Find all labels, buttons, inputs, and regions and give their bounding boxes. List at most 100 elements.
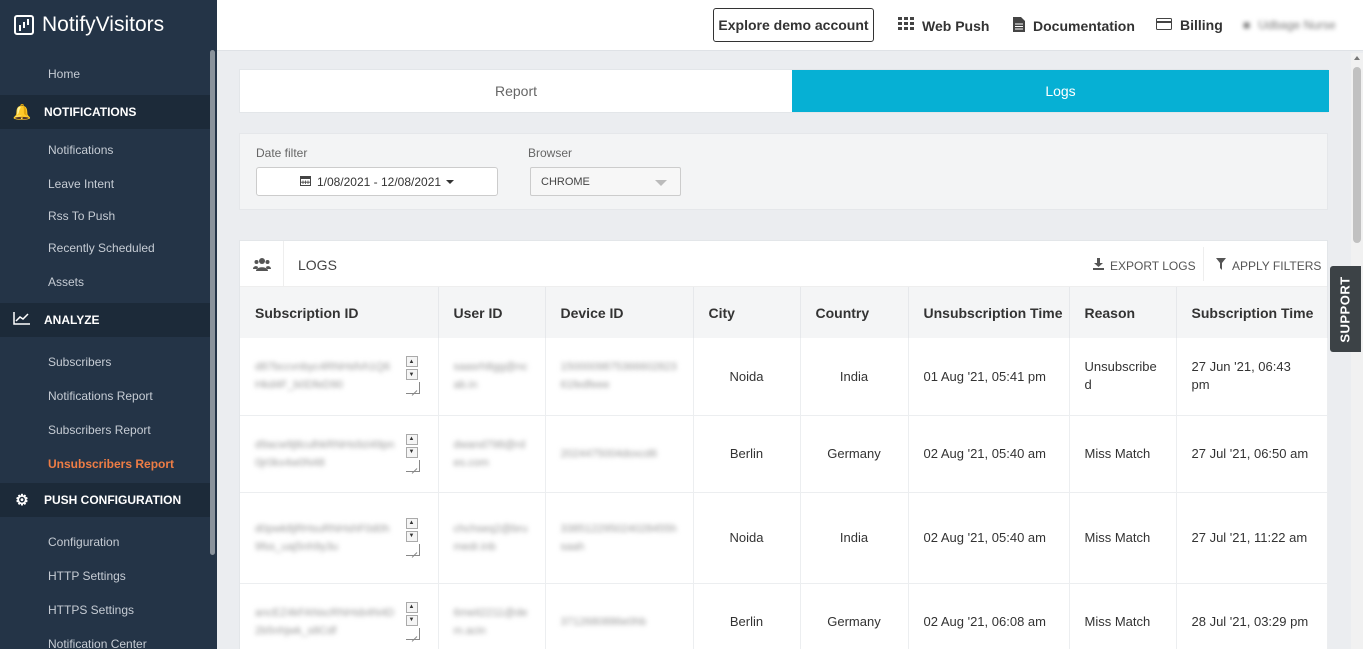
sidebar-item-rss-to-push[interactable]: Rss To Push (0, 201, 217, 231)
subscription-id-cell[interactable]: d0pwk8jRHsuRNHshF0d0h9fss_uaj5nh9y3u ▲ ▼ (240, 492, 439, 584)
documentation-link[interactable]: Documentation (1013, 17, 1135, 35)
unsubscription-time-cell: 01 Aug '21, 05:41 pm (908, 338, 1070, 416)
column-header-unsubscription-time[interactable]: Unsubscription Time (908, 287, 1070, 338)
textarea-stepper[interactable]: ▲ ▼ (405, 433, 420, 474)
header-divider (1203, 247, 1204, 281)
sidebar-item-notification-center[interactable]: Notification Center (0, 627, 217, 649)
column-header-user-id[interactable]: User ID (438, 287, 546, 338)
sidebar-item-subscribers[interactable]: Subscribers (0, 345, 217, 379)
scrollbar-thumb[interactable] (1353, 67, 1361, 243)
column-header-reason[interactable]: Reason (1069, 287, 1177, 338)
device-id-value: 3712680886e0hb (560, 615, 647, 628)
sidebar-item-configuration[interactable]: Configuration (0, 525, 217, 559)
subscription-id-cell[interactable]: ancEZ4kFANscRNHsb4N4D2b5nhjwk_s8Cdf ▲ ▼ (240, 583, 439, 649)
date-range-value: 1/08/2021 - 12/08/2021 (316, 174, 442, 189)
logs-table: Subscription ID User ID Device ID City C… (240, 287, 1328, 649)
chevron-up-icon[interactable]: ▲ (405, 356, 418, 368)
sidebar-item-recently-scheduled[interactable]: Recently Scheduled (0, 231, 217, 265)
subscription-id-value: d9acw9jtlculhkRNHs9zi49pn0jr0kx4w0N48 (255, 438, 395, 469)
user-id-cell: chchseq2@brumedr.inb (438, 492, 546, 584)
gear-icon: ⚙ (15, 492, 29, 509)
tab-report[interactable]: Report (240, 70, 792, 112)
column-header-city[interactable]: City (693, 287, 801, 338)
sidebar-item-http-settings[interactable]: HTTP Settings (0, 559, 217, 593)
date-range-picker[interactable]: 1/08/2021 - 12/08/2021 (256, 167, 498, 196)
reason-cell: Miss Match (1069, 583, 1177, 649)
country-cell: India (800, 492, 909, 584)
logs-title: LOGS (298, 257, 337, 273)
chevron-up-icon[interactable]: ▲ (405, 433, 418, 445)
sidebar-section-analyze[interactable]: ANALYZE (0, 303, 210, 337)
user-id-cell: saasrh8gg@ncab.in (438, 338, 546, 416)
unsubscription-time-cell: 02 Aug '21, 05:40 am (908, 415, 1070, 493)
table-header-row: Subscription ID User ID Device ID City C… (240, 287, 1328, 338)
table-row: d87bccvnbyc4RNHsfvh1Q6Hkd4F_b0DfeD90 ▲ ▼ … (240, 338, 1328, 416)
column-header-device-id[interactable]: Device ID (545, 287, 694, 338)
app-name: NotifyVisitors (42, 13, 165, 36)
subscription-id-cell[interactable]: d87bccvnbyc4RNHsfvh1Q6Hkd4F_b0DfeD90 ▲ ▼ (240, 338, 439, 416)
country-cell: Germany (800, 583, 909, 649)
resize-handle-icon[interactable] (405, 382, 420, 395)
chevron-down-icon[interactable]: ▼ (405, 446, 418, 458)
column-header-subscription-time[interactable]: Subscription Time (1176, 287, 1328, 338)
top-bar: Explore demo account Web Push Documentat… (217, 0, 1363, 51)
subscription-id-value: d0pwk8jRHsuRNHshF0d0h9fss_uaj5nh9y3u (255, 522, 390, 553)
tab-logs[interactable]: Logs (792, 70, 1329, 112)
sidebar-item-https-settings[interactable]: HTTPS Settings (0, 593, 217, 627)
unsubscription-time-cell: 02 Aug '21, 06:08 am (908, 583, 1070, 649)
resize-handle-icon[interactable] (405, 459, 420, 472)
city-cell: Berlin (693, 415, 801, 493)
download-icon (1093, 258, 1104, 273)
sidebar-item-notifications-report[interactable]: Notifications Report (0, 379, 217, 413)
user-icon: ■ (1243, 18, 1251, 32)
reason-cell: Miss Match (1069, 415, 1177, 493)
sidebar-section-push-configuration[interactable]: ⚙ PUSH CONFIGURATION (0, 483, 210, 517)
subscription-id-cell[interactable]: d9acw9jtlculhkRNHs9zi49pn0jr0kx4w0N48 ▲ ▼ (240, 415, 439, 493)
sidebar-item-notifications[interactable]: Notifications (0, 133, 217, 167)
textarea-stepper[interactable]: ▲ ▼ (405, 356, 420, 396)
sidebar-item-subscribers-report[interactable]: Subscribers Report (0, 413, 217, 447)
city-cell: Noida (693, 338, 801, 416)
chevron-down-icon[interactable]: ▼ (405, 614, 418, 626)
web-push-link[interactable]: Web Push (898, 17, 989, 34)
documentation-label: Documentation (1033, 18, 1135, 34)
date-filter-label: Date filter (256, 146, 308, 160)
billing-link[interactable]: Billing (1156, 17, 1223, 33)
browser-select[interactable]: CHROME (530, 167, 681, 196)
textarea-stepper[interactable]: ▲ ▼ (405, 517, 420, 558)
column-header-subscription-id[interactable]: Subscription ID (240, 287, 439, 338)
apply-filters-button[interactable]: APPLY FILTERS (1216, 258, 1321, 273)
support-tab[interactable]: SUPPORT (1330, 266, 1361, 352)
chevron-up-icon[interactable]: ▲ (405, 517, 418, 529)
user-name: Udbage Nurse (1258, 18, 1336, 32)
sidebar-item-assets[interactable]: Assets (0, 265, 217, 299)
device-id-value: 2024475004doxcd6 (560, 447, 658, 460)
sidebar-item-leave-intent[interactable]: Leave Intent (0, 167, 217, 201)
sidebar-section-notifications[interactable]: 🔔 NOTIFICATIONS (0, 95, 210, 129)
sidebar-scrollbar[interactable] (210, 50, 215, 555)
device-id-cell: 338512295024028455hsaah (545, 492, 694, 584)
sidebar-item-home[interactable]: Home (0, 57, 217, 91)
sidebar: NotifyVisitors Home 🔔 NOTIFICATIONS Noti… (0, 0, 217, 649)
filter-icon (1216, 258, 1226, 273)
resize-handle-icon[interactable] (405, 627, 420, 640)
browser-filter-label: Browser (528, 146, 573, 160)
explore-demo-button[interactable]: Explore demo account (713, 8, 874, 42)
unsubscription-time-cell: 02 Aug '21, 05:40 am (908, 492, 1070, 584)
user-menu[interactable]: ■ Udbage Nurse (1243, 17, 1358, 33)
chevron-down-icon[interactable]: ▼ (405, 530, 418, 542)
grid-icon (898, 17, 914, 34)
textarea-stepper[interactable]: ▲ ▼ (405, 601, 420, 642)
column-header-country[interactable]: Country (800, 287, 909, 338)
chevron-down-icon[interactable]: ▼ (405, 369, 418, 381)
document-icon (1013, 17, 1025, 35)
resize-handle-icon[interactable] (405, 543, 420, 556)
sidebar-item-unsubscribers-report[interactable]: Unsubscribers Report (0, 447, 217, 481)
country-cell: India (800, 338, 909, 416)
chevron-up-icon[interactable]: ▲ (405, 601, 418, 613)
export-logs-button[interactable]: EXPORT LOGS (1093, 258, 1196, 273)
logo-chart-icon (14, 15, 34, 35)
subscription-time-cell: 27 Jul '21, 11:22 am (1176, 492, 1328, 584)
scroll-up-icon[interactable] (1354, 56, 1360, 60)
app-logo[interactable]: NotifyVisitors (0, 0, 217, 50)
